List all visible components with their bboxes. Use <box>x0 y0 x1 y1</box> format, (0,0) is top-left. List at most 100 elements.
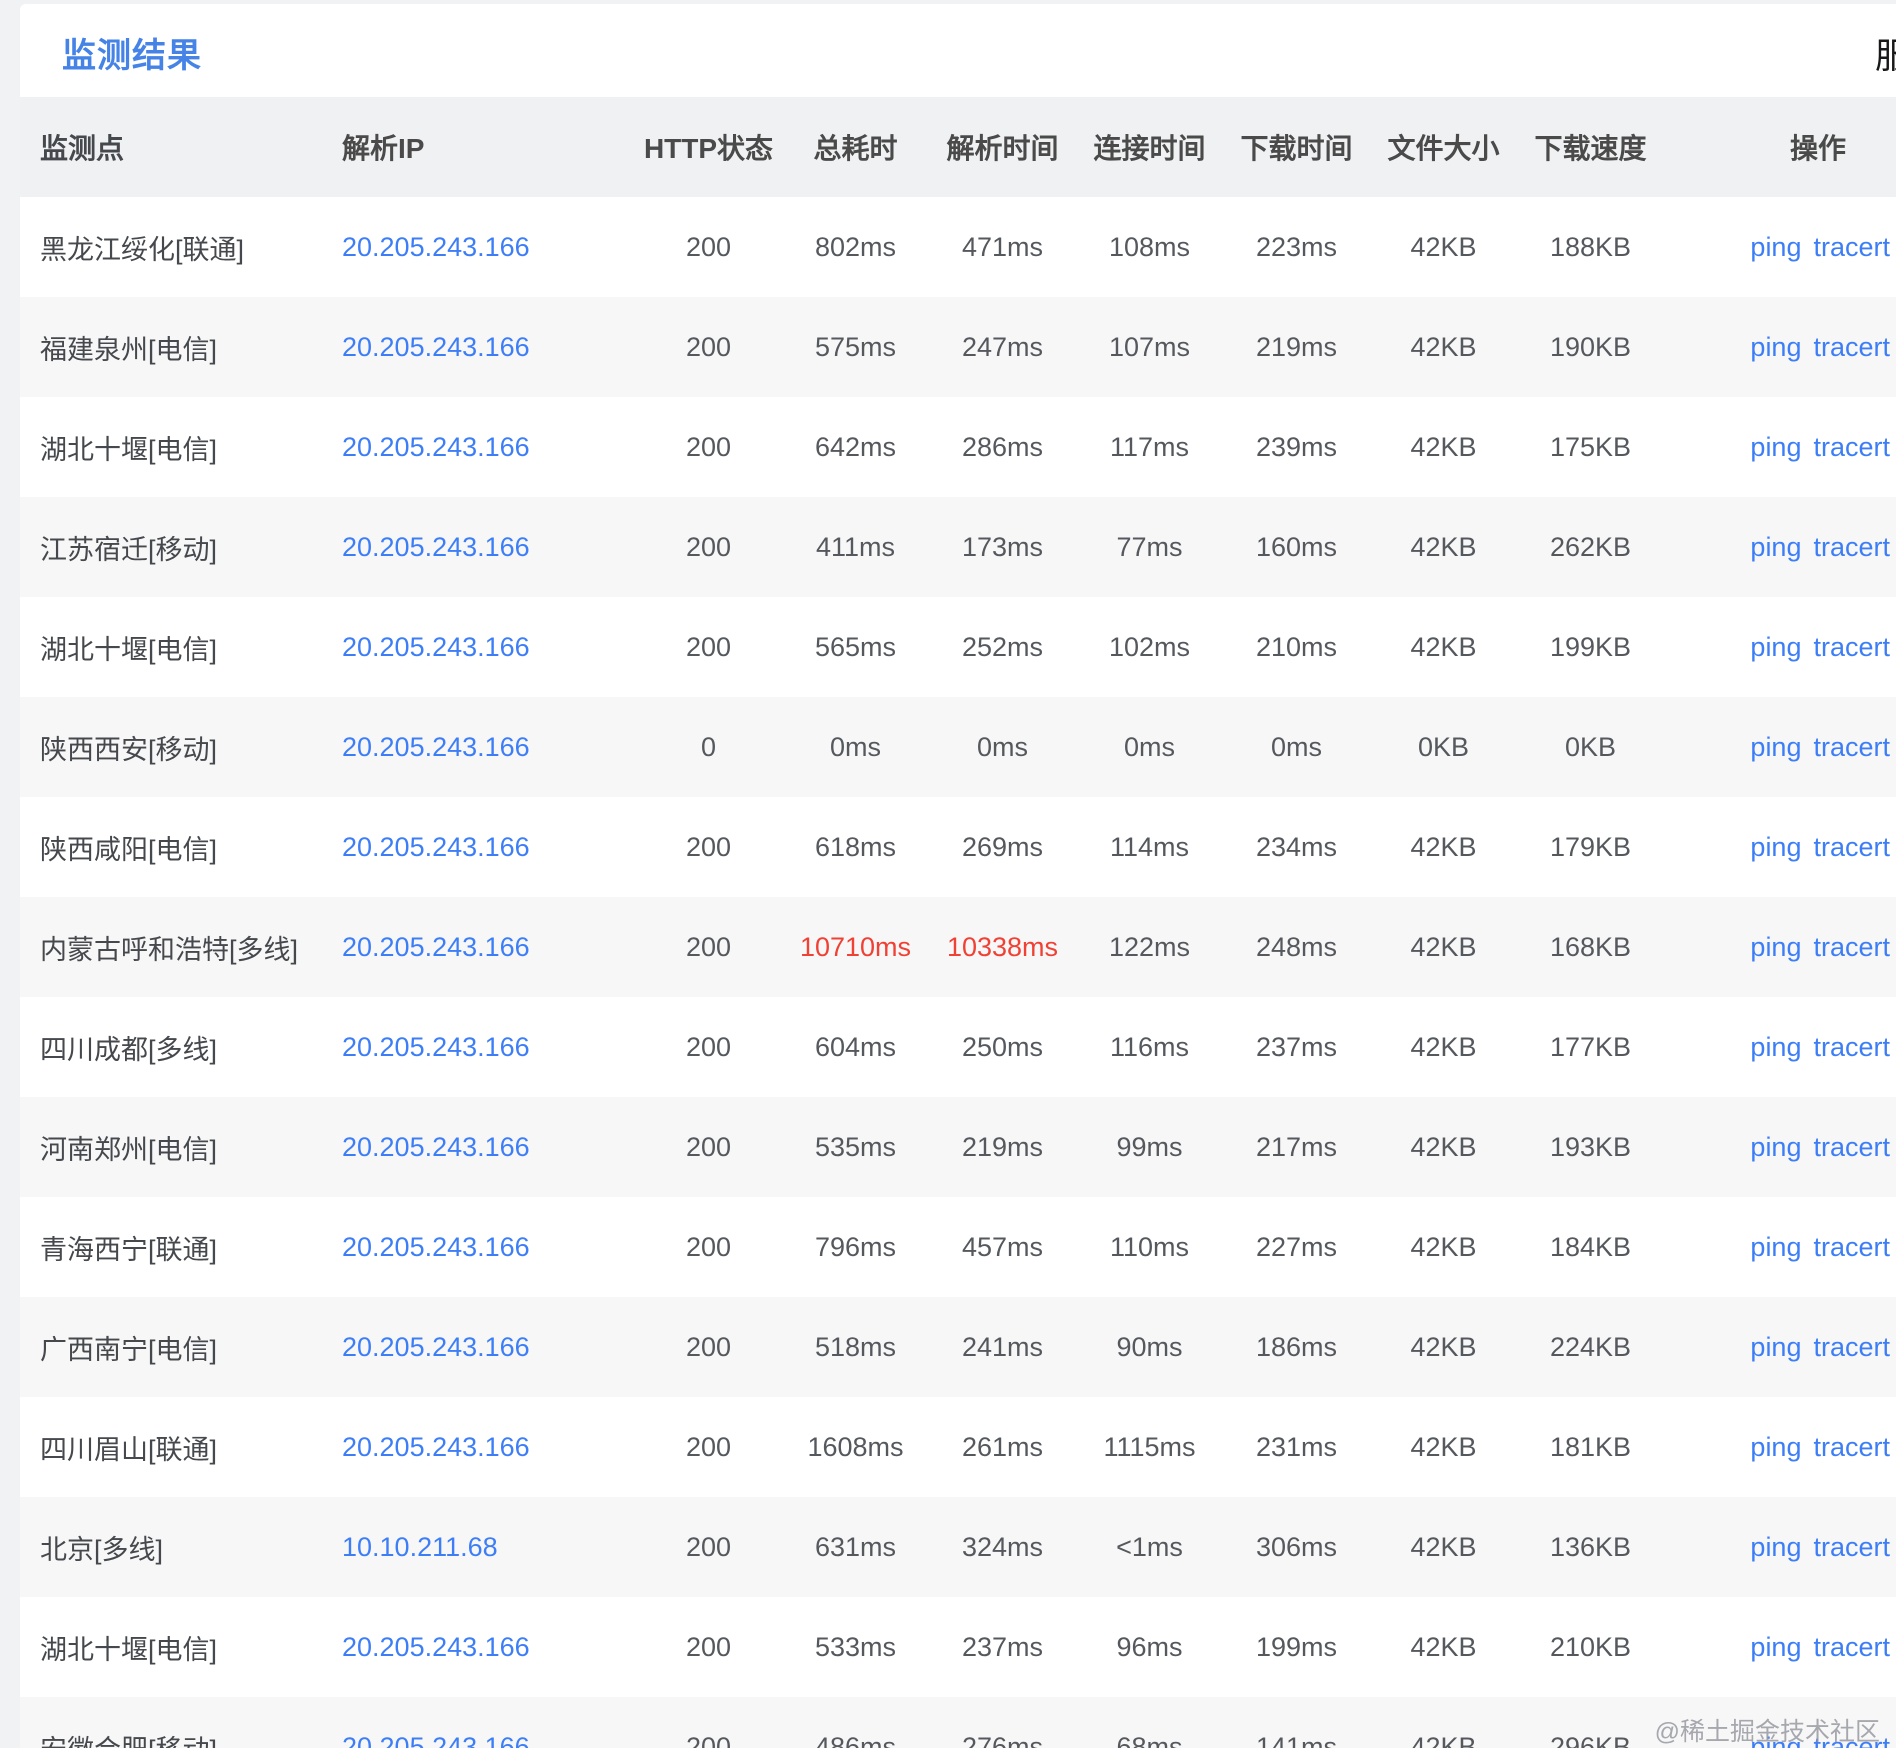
ping-link[interactable]: ping <box>1750 1432 1801 1462</box>
cell-download_time: 219ms <box>1255 331 1338 362</box>
cell-download_speed: 190KB <box>1549 331 1632 362</box>
column-header-ip: 解析IP <box>341 97 635 197</box>
cell-download_speed: 177KB <box>1549 1031 1632 1062</box>
ping-link[interactable]: ping <box>1750 432 1801 462</box>
cell-download_time: 306ms <box>1255 1531 1338 1562</box>
ip-link[interactable]: 20.205.243.166 <box>342 232 530 262</box>
cell-file_size: 42KB <box>1410 431 1477 462</box>
cell-total_time: 486ms <box>814 1731 897 1748</box>
cell-location: 黑龙江绥化[联通] <box>40 234 245 265</box>
cell-download_speed: 181KB <box>1549 1431 1632 1462</box>
tracert-link[interactable]: tracert <box>1813 832 1890 862</box>
tracert-link[interactable]: tracert <box>1813 632 1890 662</box>
cell-download_time: 186ms <box>1255 1331 1338 1362</box>
ip-link[interactable]: 20.205.243.166 <box>342 1232 530 1262</box>
ip-link[interactable]: 20.205.243.166 <box>342 1632 530 1662</box>
table-row: 福建泉州[电信] 20.205.243.166 200 575ms 247ms 107ms… <box>20 297 1896 397</box>
ip-link[interactable]: 20.205.243.166 <box>342 432 530 462</box>
cell-dns_time: 261ms <box>961 1431 1044 1462</box>
ip-link[interactable]: 10.10.211.68 <box>342 1532 498 1562</box>
cell-dns_time: 173ms <box>961 531 1044 562</box>
cell-download_speed: 179KB <box>1549 831 1632 862</box>
cell-total_time: 618ms <box>814 831 897 862</box>
ip-link[interactable]: 20.205.243.166 <box>342 832 530 862</box>
cell-status: 0 <box>700 731 717 762</box>
tracert-link[interactable]: tracert <box>1813 432 1890 462</box>
tracert-link[interactable]: tracert <box>1813 932 1890 962</box>
tracert-link[interactable]: tracert <box>1813 532 1890 562</box>
cell-dns_time: 286ms <box>961 431 1044 462</box>
table-row: 湖北十堰[电信] 20.205.243.166 200 642ms 286ms 117ms… <box>20 397 1896 497</box>
cell-total_time: 535ms <box>814 1131 897 1162</box>
tracert-link[interactable]: tracert <box>1813 1532 1890 1562</box>
ping-link[interactable]: ping <box>1750 232 1801 262</box>
cell-dns_time: 250ms <box>961 1031 1044 1062</box>
tracert-link[interactable]: tracert <box>1813 1232 1890 1262</box>
ping-link[interactable]: ping <box>1750 1332 1801 1362</box>
cell-file_size: 42KB <box>1410 831 1477 862</box>
cell-status: 200 <box>685 1331 732 1362</box>
cell-file_size: 42KB <box>1410 1331 1477 1362</box>
cell-location: 青海西宁[联通] <box>40 1234 218 1265</box>
ip-link[interactable]: 20.205.243.166 <box>342 732 530 762</box>
top-right-clipped-text: 服 <box>1875 37 1896 72</box>
ping-link[interactable]: ping <box>1750 832 1801 862</box>
cell-download_speed: 136KB <box>1549 1531 1632 1562</box>
table-row: 陕西咸阳[电信] 20.205.243.166 200 618ms 269ms 114ms… <box>20 797 1896 897</box>
cell-download_speed: 168KB <box>1549 931 1632 962</box>
tracert-link[interactable]: tracert <box>1813 1432 1890 1462</box>
ping-link[interactable]: ping <box>1750 332 1801 362</box>
tracert-link[interactable]: tracert <box>1813 332 1890 362</box>
cell-location: 内蒙古呼和浩特[多线] <box>40 934 299 965</box>
tracert-link[interactable]: tracert <box>1813 732 1890 762</box>
table-header-row: 监测点 解析IP HTTP状态 总耗时 解析时间 连接时间 下载时间 文件大小 … <box>20 97 1896 197</box>
ip-link[interactable]: 20.205.243.166 <box>342 1432 530 1462</box>
ping-link[interactable]: ping <box>1750 1032 1801 1062</box>
tracert-link[interactable]: tracert <box>1813 1732 1890 1748</box>
cell-download_time: 210ms <box>1255 631 1338 662</box>
cell-file_size: 42KB <box>1410 1031 1477 1062</box>
ping-link[interactable]: ping <box>1750 932 1801 962</box>
cell-connect_time: 90ms <box>1116 1331 1183 1362</box>
column-header-download-time: 下载时间 <box>1223 97 1370 197</box>
tracert-link[interactable]: tracert <box>1813 1132 1890 1162</box>
ping-link[interactable]: ping <box>1750 1732 1801 1748</box>
cell-location: 北京[多线] <box>40 1534 164 1565</box>
ping-link[interactable]: ping <box>1750 1632 1801 1662</box>
cell-file_size: 42KB <box>1410 1231 1477 1262</box>
table-row: 湖北十堰[电信] 20.205.243.166 200 565ms 252ms 102ms… <box>20 597 1896 697</box>
ping-link[interactable]: ping <box>1750 1132 1801 1162</box>
cell-dns_time: 269ms <box>961 831 1044 862</box>
cell-download_time: 237ms <box>1255 1031 1338 1062</box>
cell-total_time: 1608ms <box>807 1431 904 1462</box>
cell-download_time: 217ms <box>1255 1131 1338 1162</box>
ip-link[interactable]: 20.205.243.166 <box>342 932 530 962</box>
tracert-link[interactable]: tracert <box>1813 1032 1890 1062</box>
cell-status: 200 <box>685 1731 732 1748</box>
cell-location: 安徽合肥[移动] <box>20 1697 341 1748</box>
ping-link[interactable]: ping <box>1750 532 1801 562</box>
cell-file_size: 42KB <box>1410 1431 1477 1462</box>
tracert-link[interactable]: tracert <box>1813 1332 1890 1362</box>
ip-link[interactable]: 20.205.243.166 <box>342 532 530 562</box>
ip-link[interactable]: 20.205.243.166 <box>342 632 530 662</box>
column-header-dns-time: 解析时间 <box>929 97 1076 197</box>
ping-link[interactable]: ping <box>1750 632 1801 662</box>
ip-link[interactable]: 20.205.243.166 <box>342 1732 530 1748</box>
ping-link[interactable]: ping <box>1750 1532 1801 1562</box>
card-header: 监测结果 服 <box>20 4 1896 97</box>
ping-link[interactable]: ping <box>1750 1232 1801 1262</box>
cell-status: 200 <box>685 831 732 862</box>
tracert-link[interactable]: tracert <box>1813 232 1890 262</box>
cell-status: 200 <box>685 931 732 962</box>
ip-link[interactable]: 20.205.243.166 <box>342 1032 530 1062</box>
tracert-link[interactable]: tracert <box>1813 1632 1890 1662</box>
cell-file_size: 42KB <box>1410 531 1477 562</box>
ip-link[interactable]: 20.205.243.166 <box>342 1332 530 1362</box>
cell-total_time: 575ms <box>814 331 897 362</box>
ip-link[interactable]: 20.205.243.166 <box>342 332 530 362</box>
results-table: 监测点 解析IP HTTP状态 总耗时 解析时间 连接时间 下载时间 文件大小 … <box>20 97 1896 1748</box>
ip-link[interactable]: 20.205.243.166 <box>342 1132 530 1162</box>
ping-link[interactable]: ping <box>1750 732 1801 762</box>
table-row: 陕西西安[移动] 20.205.243.166 0 0ms 0ms 0ms 0ms 0KB 0K… <box>20 697 1896 797</box>
